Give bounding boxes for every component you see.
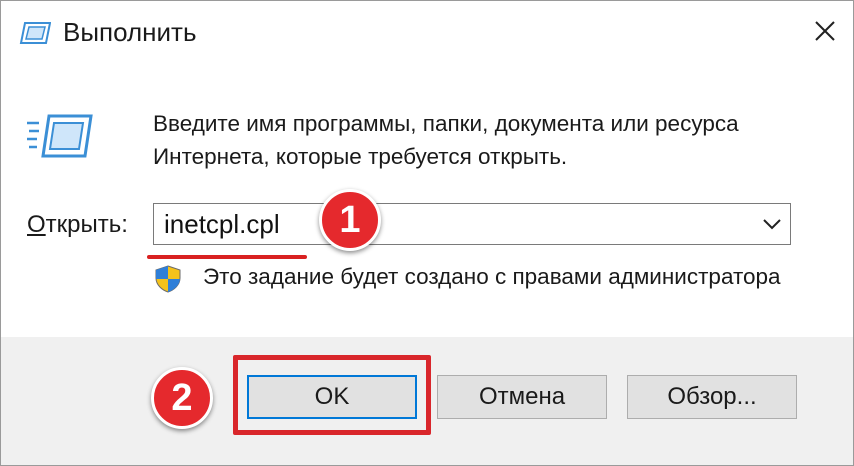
step-2-badge: 2 — [151, 367, 213, 429]
shield-icon — [155, 265, 181, 293]
description-line-2: Интернета, которые требуется открыть. — [153, 144, 568, 169]
description-line-1: Введите имя программы, папки, документа … — [153, 111, 739, 136]
browse-button[interactable]: Обзор... — [627, 375, 797, 419]
title-bar[interactable]: Выполнить — [1, 1, 853, 65]
input-highlight-underline — [147, 255, 307, 259]
ok-button-highlight — [233, 355, 431, 435]
open-label-text: ткрыть: — [45, 211, 128, 238]
run-icon — [19, 21, 52, 45]
close-icon — [815, 21, 835, 41]
chevron-down-icon[interactable] — [760, 213, 784, 235]
open-field-label: Открыть: — [27, 209, 128, 241]
dialog-description: Введите имя программы, папки, документа … — [153, 107, 833, 173]
admin-note: Это задание будет создано с правами адми… — [203, 264, 781, 289]
close-button[interactable] — [801, 5, 849, 57]
run-dialog: Выполнить Введите имя программы, папки, … — [0, 0, 854, 466]
window-title: Выполнить — [63, 17, 197, 47]
step-1-badge: 1 — [319, 189, 381, 251]
open-input[interactable]: inetcpl.cpl — [164, 208, 280, 240]
open-label-accelerator: О — [27, 211, 46, 238]
run-program-icon — [27, 113, 93, 159]
cancel-button[interactable]: Отмена — [437, 375, 607, 419]
open-combobox[interactable]: inetcpl.cpl — [153, 203, 791, 245]
